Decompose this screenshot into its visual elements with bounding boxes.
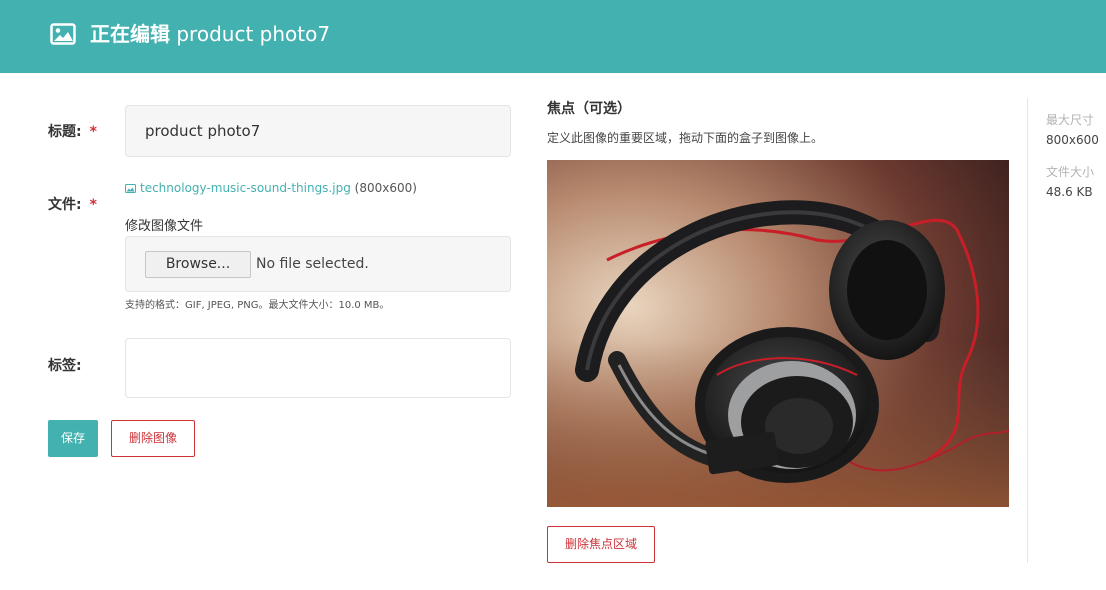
page-title: 正在编辑 product photo7 bbox=[90, 20, 330, 48]
save-button[interactable]: 保存 bbox=[48, 420, 98, 457]
file-image-icon bbox=[125, 184, 136, 193]
browse-button[interactable]: Browse... bbox=[145, 251, 251, 278]
tags-label: 标签: bbox=[48, 358, 82, 374]
current-file-link[interactable]: technology-music-sound-things.jpg bbox=[140, 181, 351, 195]
file-label: 文件: * bbox=[48, 195, 97, 215]
title-label-text: 标题: bbox=[48, 124, 82, 140]
sidebar-divider bbox=[1027, 98, 1028, 563]
page-title-image-name: product photo7 bbox=[176, 22, 331, 46]
focal-point-description: 定义此图像的重要区域，拖动下面的盒子到图像上。 bbox=[547, 131, 824, 145]
file-label-text: 文件: bbox=[48, 197, 82, 213]
file-size-value: 48.6 KB bbox=[1046, 185, 1093, 199]
delete-image-button[interactable]: 删除图像 bbox=[111, 420, 195, 457]
current-file: technology-music-sound-things.jpg (800x6… bbox=[125, 180, 417, 196]
focal-point-title: 焦点（可选） bbox=[547, 101, 631, 117]
current-file-dimensions: (800x600) bbox=[354, 181, 417, 195]
image-icon bbox=[50, 23, 76, 45]
file-input[interactable]: Browse... No file selected. bbox=[125, 236, 511, 292]
no-file-text: No file selected. bbox=[256, 256, 369, 272]
title-label: 标题: * bbox=[48, 122, 97, 142]
remove-focal-area-button[interactable]: 删除焦点区域 bbox=[547, 526, 655, 563]
file-size-label: 文件大小 bbox=[1046, 165, 1095, 179]
file-help-text: 支持的格式：GIF, JPEG, PNG。最大文件大小：10.0 MB。 bbox=[125, 300, 390, 311]
tags-input[interactable] bbox=[125, 338, 511, 398]
title-input[interactable] bbox=[125, 105, 511, 157]
image-preview[interactable] bbox=[547, 160, 1009, 507]
max-size-value: 800x600 bbox=[1046, 133, 1099, 147]
headphones-photo bbox=[547, 160, 1009, 507]
title-required-mark: * bbox=[89, 124, 97, 140]
page-header: 正在编辑 product photo7 bbox=[0, 0, 1106, 73]
change-image-label: 修改图像文件 bbox=[125, 219, 204, 234]
page-title-prefix: 正在编辑 bbox=[90, 22, 170, 46]
max-size-label: 最大尺寸 bbox=[1046, 113, 1095, 127]
file-required-mark: * bbox=[89, 197, 97, 213]
